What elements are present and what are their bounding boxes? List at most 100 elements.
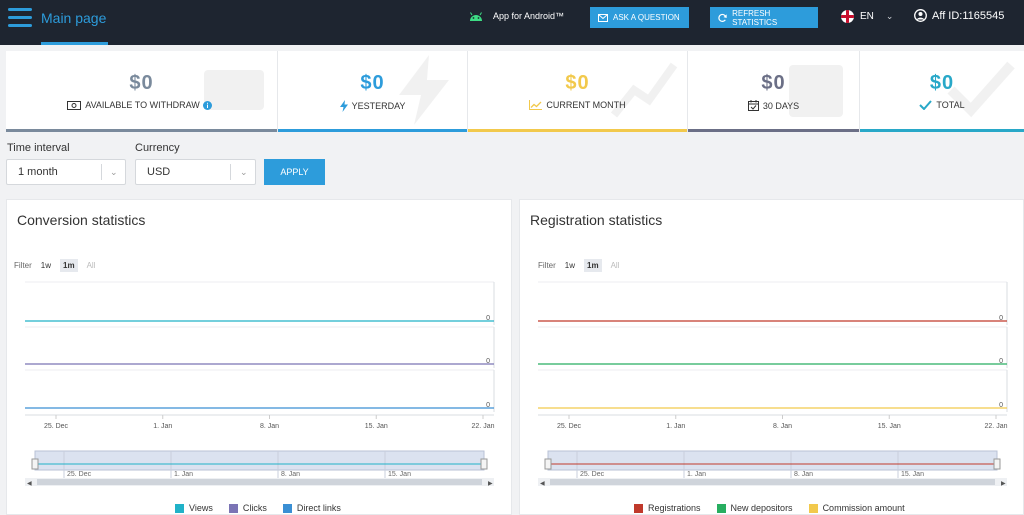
conversion-chart[interactable]: 0 0 0 25. Dec 1. Jan 8. Jan 15. Jan 22. Jan 25. … — [7, 200, 513, 500]
legend-swatch — [228, 503, 238, 513]
legend-label: Direct links — [296, 503, 341, 513]
legend-label: Views — [189, 503, 213, 513]
x-tick-label: 8. Jan — [773, 423, 792, 430]
android-link-label: App for Android™ — [493, 11, 565, 21]
legend-item-direct-links[interactable]: Direct links — [282, 503, 341, 513]
apply-button[interactable]: APPLY — [264, 159, 325, 185]
card-amount: $0 — [360, 72, 385, 94]
chevron-down-icon: ⌄ — [885, 11, 894, 21]
ask-question-label: ASK A QUESTION — [613, 13, 680, 22]
x-tick-label: 25. Dec — [557, 423, 582, 430]
navigator-tick-label: 15. Jan — [388, 471, 411, 478]
legend-item-registrations[interactable]: Registrations — [634, 503, 701, 513]
card-accent-bar — [278, 129, 467, 132]
y-value-label: 0 — [486, 358, 490, 365]
legend-item-views[interactable]: Views — [175, 503, 213, 513]
time-interval-select[interactable]: 1 month ⌄ — [6, 159, 126, 185]
time-interval-value: 1 month — [18, 166, 58, 178]
chart-icon — [529, 100, 543, 110]
android-icon — [470, 12, 482, 21]
card-label-row: TOTAL — [860, 100, 1024, 110]
menu-icon[interactable] — [8, 8, 32, 30]
card-accent-bar — [688, 129, 859, 132]
navigator-scrollbar-thumb — [37, 479, 482, 485]
legend-item-commission-amount[interactable]: Commission amount — [808, 503, 905, 513]
refresh-statistics-label: REFRESH STATISTICS — [732, 8, 778, 27]
language-selector[interactable]: EN ⌄ — [841, 10, 893, 23]
refresh-icon — [718, 13, 727, 22]
legend-swatch — [282, 503, 292, 513]
card-current-month: $0 CURRENT MONTH — [468, 51, 688, 132]
navigator-handle — [544, 458, 552, 470]
card-label-row: AVAILABLE TO WITHDRAW — [6, 100, 277, 110]
registration-statistics-panel: Registration statistics Filter 1w 1m All… — [519, 199, 1024, 515]
legend-item-new-depositors[interactable]: New depositors — [716, 503, 793, 513]
card-yesterday: $0 YESTERDAY — [278, 51, 468, 132]
language-code: EN — [860, 11, 874, 22]
registration-chart[interactable]: 0 0 0 25. Dec 1. Jan 8. Jan 15. Jan 22. Jan 25. … — [520, 200, 1024, 500]
card-amount: $0 — [565, 72, 590, 94]
main-page-tab[interactable]: Main page — [41, 0, 106, 45]
card-label: AVAILABLE TO WITHDRAW — [85, 100, 200, 110]
refresh-statistics-button[interactable]: REFRESH STATISTICS — [710, 7, 818, 28]
card-label-row: 30 DAYS — [688, 100, 859, 111]
navigator-tick-label: 15. Jan — [901, 471, 924, 478]
android-app-link[interactable]: App for Android™ — [468, 10, 564, 22]
card-amount: $0 — [129, 72, 154, 94]
y-value-label: 0 — [999, 358, 1003, 365]
x-tick-label: 25. Dec — [44, 423, 69, 430]
scroll-right-icon: ▶ — [488, 481, 493, 487]
legend-label: New depositors — [730, 503, 793, 513]
chart-legend: Registrations New depositors Commission … — [634, 503, 921, 513]
legend-label: Clicks — [242, 503, 267, 513]
legend-swatch — [716, 503, 726, 513]
card-amount: $0 — [929, 72, 955, 94]
calendar-icon — [747, 100, 759, 111]
y-value-label: 0 — [486, 315, 490, 322]
chevron-down-icon: ⌄ — [240, 167, 248, 177]
y-value-label: 0 — [999, 315, 1003, 322]
card-label: TOTAL — [936, 100, 965, 110]
affiliate-id[interactable]: Aff ID:1165545 — [914, 9, 1004, 22]
currency-select[interactable]: USD ⌄ — [135, 159, 256, 185]
time-interval-label: Time interval — [7, 142, 70, 154]
card-amount: $0 — [761, 72, 786, 94]
navigator-handle — [993, 458, 1001, 470]
card-label: YESTERDAY — [351, 101, 406, 111]
navigator-tick-label: 8. Jan — [281, 471, 300, 478]
navigator-tick-label: 25. Dec — [580, 471, 605, 478]
scroll-left-icon: ◀ — [27, 481, 32, 487]
navigator-handle — [31, 458, 39, 470]
chart-legend: Views Clicks Direct links — [175, 503, 357, 513]
scroll-left-icon: ◀ — [540, 481, 545, 487]
money-icon — [67, 100, 82, 110]
card-label-row: YESTERDAY — [278, 100, 467, 112]
y-value-label: 0 — [486, 402, 490, 409]
x-tick-label: 1. Jan — [153, 423, 172, 430]
card-30-days: $0 30 DAYS — [688, 51, 860, 132]
currency-value: USD — [147, 166, 171, 178]
conversion-statistics-panel: Conversion statistics Filter 1w 1m All 0… — [6, 199, 512, 515]
ask-question-button[interactable]: ASK A QUESTION — [590, 7, 689, 28]
navigator-window — [547, 450, 998, 471]
mail-icon — [598, 13, 608, 22]
y-value-label: 0 — [999, 402, 1003, 409]
user-icon — [914, 9, 927, 22]
x-tick-label: 15. Jan — [878, 423, 901, 430]
navigator-window — [34, 450, 485, 471]
legend-swatch — [634, 503, 643, 513]
scroll-right-icon: ▶ — [1001, 481, 1006, 487]
info-icon[interactable] — [202, 100, 212, 110]
currency-label: Currency — [135, 142, 180, 154]
navigator-tick-label: 25. Dec — [67, 471, 92, 478]
legend-item-clicks[interactable]: Clicks — [228, 503, 267, 513]
navigator-tick-label: 1. Jan — [174, 471, 193, 478]
active-tab-indicator — [41, 42, 108, 45]
card-accent-bar — [468, 129, 687, 132]
legend-swatch — [175, 503, 184, 513]
check-icon — [919, 100, 933, 110]
legend-label: Commission amount — [822, 503, 905, 513]
select-separator — [101, 164, 102, 180]
card-accent-bar — [860, 129, 1024, 132]
x-tick-label: 1. Jan — [666, 423, 685, 430]
